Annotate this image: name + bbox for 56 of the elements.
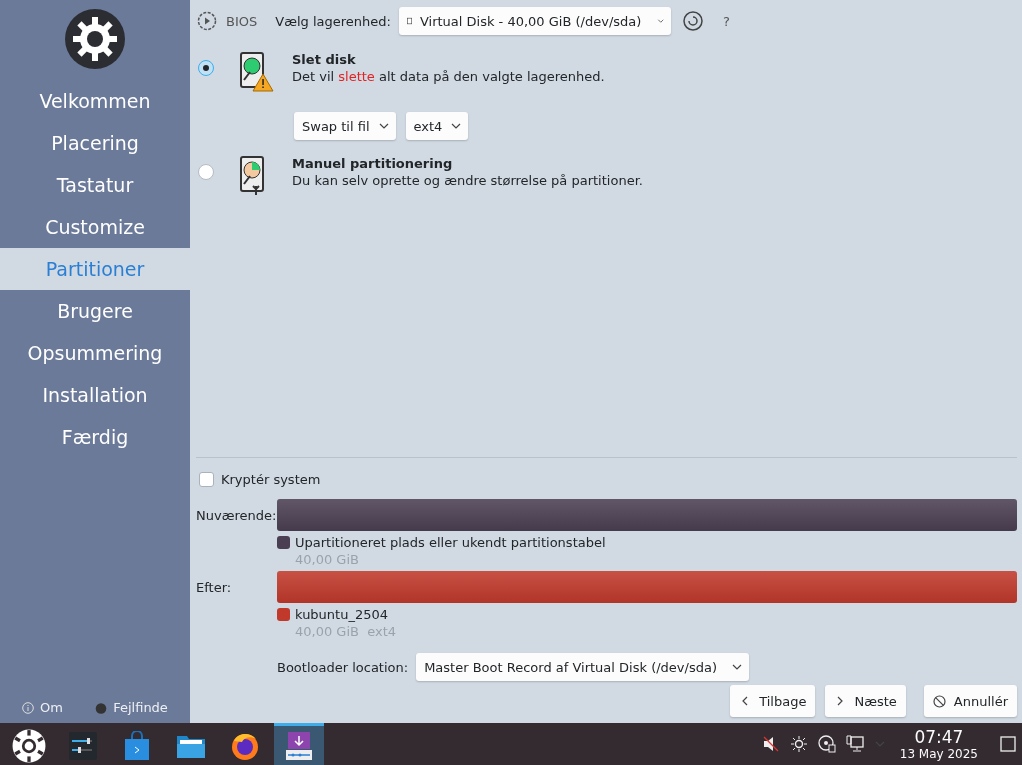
option-description: Det vil slette alt data på den valgte lagerenhed. xyxy=(292,69,605,84)
gear-play-icon xyxy=(196,10,218,32)
bootloader-dropdown[interactable]: Master Boot Record af Virtual Disk (/dev/sda) xyxy=(416,653,749,681)
next-button[interactable]: Næste xyxy=(825,685,906,717)
gear-logo-icon xyxy=(64,8,126,70)
option-dropdown[interactable]: Swap til fil xyxy=(294,112,396,140)
cancel-button[interactable]: Annullér xyxy=(923,685,1017,717)
back-button[interactable]: Tilbage xyxy=(730,685,816,717)
task-button[interactable] xyxy=(274,723,324,765)
partition-name: Upartitioneret plads eller ukendt partitionstabel xyxy=(295,535,606,550)
show-desktop-icon[interactable] xyxy=(1000,736,1016,752)
encrypt-label: Kryptér system xyxy=(221,472,321,487)
option-dropdown[interactable]: ext4 xyxy=(405,112,469,140)
clock-date[interactable]: 13 May 2025 xyxy=(899,747,978,761)
sidebar-step[interactable]: Opsummering xyxy=(0,332,190,374)
sidebar-step[interactable]: Customize xyxy=(0,206,190,248)
info-icon xyxy=(22,701,35,714)
layout-label: Efter: xyxy=(196,579,233,595)
launcher-icon[interactable] xyxy=(12,728,46,763)
network-icon[interactable] xyxy=(845,735,864,753)
option-description: Du kan selv oprette og ændre størrelse på partitioner. xyxy=(292,173,643,188)
partition-name: kubuntu_2504 xyxy=(295,607,389,622)
storage-label: Vælg lagerenhed: xyxy=(275,13,391,29)
sidebar-step[interactable]: Placering xyxy=(0,122,190,164)
sidebar-step[interactable]: Tastatur xyxy=(0,164,190,206)
radio-button[interactable] xyxy=(198,164,214,180)
bug-icon xyxy=(95,701,108,714)
sidebar-step[interactable]: Velkommen xyxy=(0,80,190,122)
storage-dropdown[interactable]: Virtual Disk - 40,00 GiB (/dev/sda) xyxy=(398,7,671,35)
bootloader-label: Bootloader location: xyxy=(277,659,409,675)
debug-button[interactable]: Fejlfinde xyxy=(95,700,168,715)
firmware-label: BIOS xyxy=(226,13,258,29)
partition-details: 40,00 GiB ext4 xyxy=(295,624,398,639)
checkbox[interactable] xyxy=(199,472,214,487)
sidebar-step[interactable]: Brugere xyxy=(0,290,190,332)
clock-time[interactable]: 07:47 xyxy=(914,727,964,747)
shopping-bag-icon[interactable] xyxy=(124,730,150,761)
about-button[interactable]: Om xyxy=(22,700,63,715)
sidebar-step[interactable]: Installation xyxy=(0,374,190,416)
hard-disk-warning-icon xyxy=(238,52,274,92)
sidebar-step[interactable]: Partitioner xyxy=(0,248,190,290)
partition-details: 40,00 GiB xyxy=(295,552,360,567)
option-title: Manuel partitionering xyxy=(292,156,454,171)
refresh-icon[interactable] xyxy=(682,11,703,31)
disk-icon[interactable] xyxy=(817,735,836,753)
brightness-icon[interactable] xyxy=(789,735,808,753)
cancel-icon xyxy=(932,694,946,708)
installer-icon[interactable] xyxy=(285,730,313,761)
sliders-icon[interactable] xyxy=(69,731,97,760)
option-title: Slet disk xyxy=(292,52,357,67)
radio-button[interactable] xyxy=(198,60,214,76)
muted-speaker-icon[interactable] xyxy=(761,735,780,753)
help-button[interactable]: ? xyxy=(722,13,730,29)
drive-icon xyxy=(406,16,412,26)
sidebar-step[interactable]: Færdig xyxy=(0,416,190,458)
layout-label: Nuværende: xyxy=(196,507,277,523)
